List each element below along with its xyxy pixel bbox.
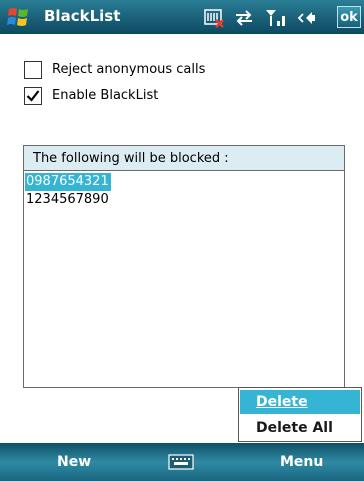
app-title: BlackList (44, 7, 121, 25)
menu-item-delete-all-label: Delete All (256, 420, 333, 436)
ok-button[interactable]: ok (337, 6, 361, 28)
menu-item-delete-label: Delete (256, 394, 308, 410)
signal-strength-icon[interactable] (264, 8, 288, 28)
reject-anonymous-label: Reject anonymous calls (52, 62, 206, 77)
keyboard-icon[interactable] (168, 454, 194, 470)
enable-blacklist-label: Enable BlackList (52, 88, 159, 103)
data-connection-icon[interactable] (233, 8, 255, 28)
list-item[interactable]: 1234567890 (25, 191, 111, 209)
blocked-numbers-list[interactable]: The following will be blocked : 09876543… (23, 145, 345, 388)
context-menu: Delete Delete All (238, 387, 362, 442)
list-item[interactable]: 0987654321 (25, 173, 111, 191)
windows-start-icon[interactable] (6, 5, 32, 29)
list-header: The following will be blocked : (24, 146, 344, 171)
title-bar: BlackList ok (0, 0, 364, 34)
menu-softkey[interactable]: Menu (280, 443, 323, 481)
menu-item-delete-all[interactable]: Delete All (240, 416, 360, 440)
sim-card-icon[interactable] (203, 8, 225, 28)
reject-anonymous-checkbox[interactable] (24, 61, 42, 79)
menu-item-delete[interactable]: Delete (240, 390, 360, 414)
speaker-icon[interactable] (297, 8, 323, 28)
new-softkey[interactable]: New (57, 443, 91, 481)
softkey-bar: New Menu (0, 443, 364, 481)
enable-blacklist-checkbox[interactable] (24, 87, 42, 105)
checkmark-icon (26, 90, 40, 102)
